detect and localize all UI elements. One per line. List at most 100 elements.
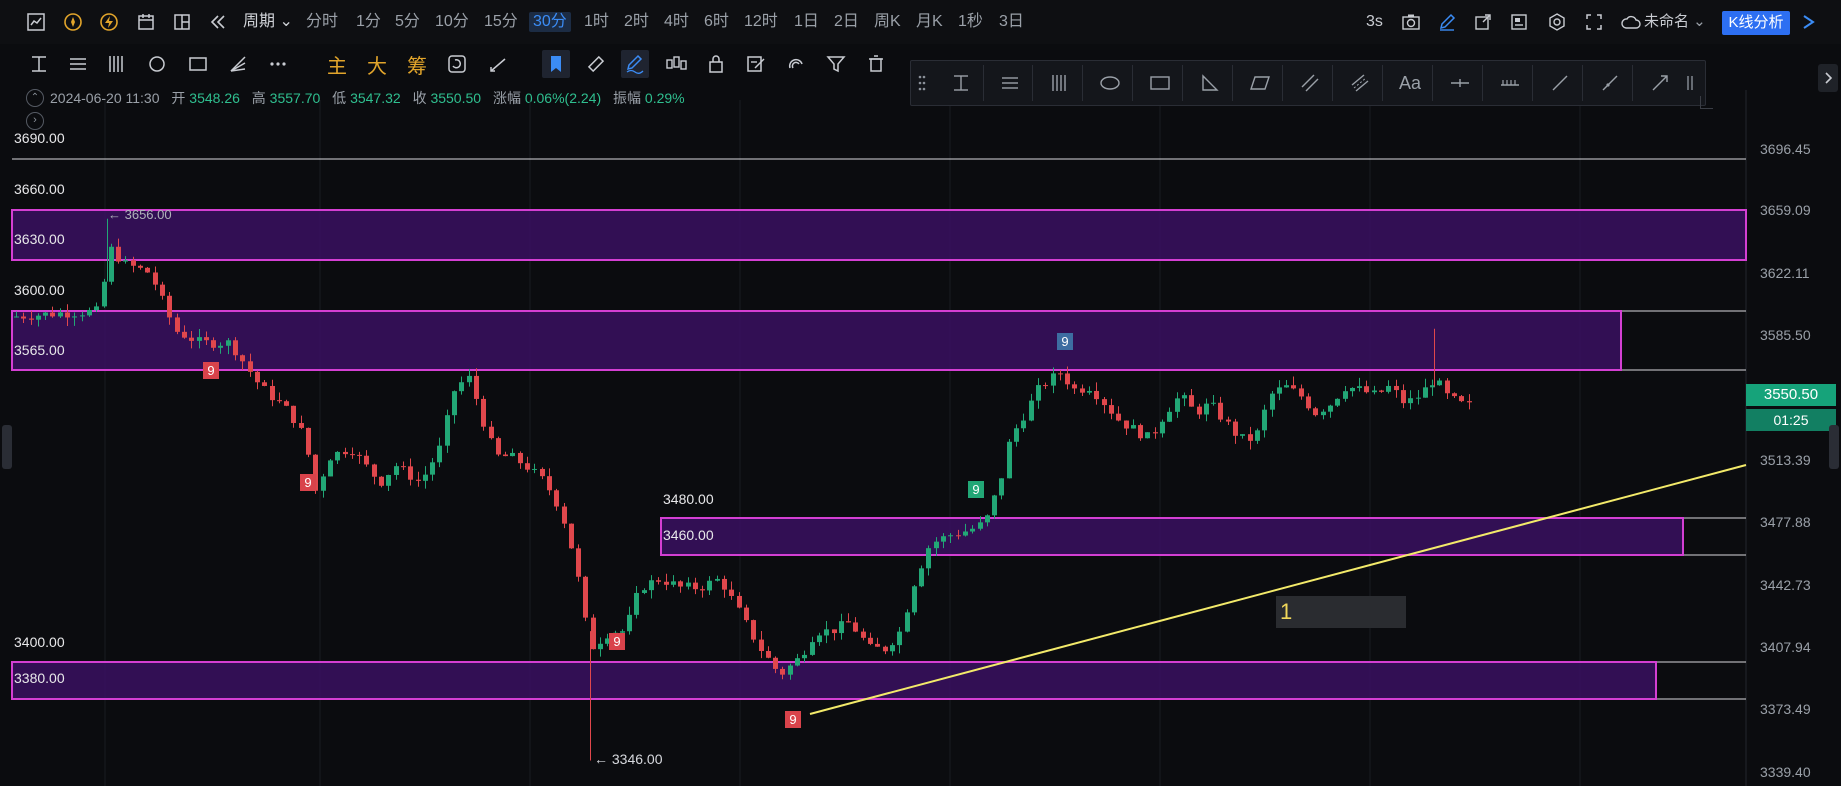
drag-handle-icon[interactable] xyxy=(915,69,929,97)
text-note[interactable]: 1 xyxy=(1276,596,1406,628)
expand-right-panel-icon[interactable] xyxy=(1818,64,1838,92)
candle-body xyxy=(1197,406,1202,415)
candle-body xyxy=(1226,419,1231,422)
candle-body xyxy=(642,590,647,593)
candle-body xyxy=(905,612,910,632)
candlestick-chart[interactable]: 9 9 9 9 9 9 ← 3656.00 ← 3346.00 xyxy=(0,0,1841,786)
float-menu-icon[interactable] xyxy=(1683,69,1697,97)
candle-body xyxy=(861,631,866,638)
candle-body xyxy=(583,576,588,618)
candle-body xyxy=(1291,385,1296,389)
candle-body xyxy=(65,312,70,318)
nine-marker: 9 xyxy=(300,474,316,491)
candle-body xyxy=(167,295,172,318)
candle-body xyxy=(1328,405,1333,412)
candle-body xyxy=(890,645,895,652)
support-resistance-zones xyxy=(11,209,1747,700)
candle-body xyxy=(532,468,537,470)
candle-body xyxy=(810,642,815,655)
float-triangle-icon[interactable] xyxy=(1195,69,1225,97)
candle-body xyxy=(50,312,55,317)
candle-body xyxy=(197,337,202,341)
candle-body xyxy=(620,631,625,633)
float-parallelogram-icon[interactable] xyxy=(1245,69,1275,97)
candle-body xyxy=(686,582,691,587)
floating-drawing-toolbar: Aa xyxy=(910,60,1706,106)
candle-body xyxy=(729,589,734,596)
right-panel-handle[interactable] xyxy=(1829,425,1839,469)
float-channel-icon[interactable] xyxy=(1295,69,1325,97)
candle-body xyxy=(481,398,486,427)
candle-body xyxy=(1007,441,1012,479)
candle-body xyxy=(817,635,822,643)
candle-body xyxy=(437,445,442,463)
left-panel-handle[interactable] xyxy=(2,425,12,469)
zone-label-3630: 3630.00 xyxy=(14,231,65,247)
candle-body xyxy=(883,646,888,652)
candle-body xyxy=(204,337,209,341)
candle-body xyxy=(1240,434,1245,436)
candle-body xyxy=(1036,385,1041,401)
candle-body xyxy=(160,284,165,296)
candle-body xyxy=(795,658,800,666)
candle-body xyxy=(226,340,231,346)
float-ellipse-icon[interactable] xyxy=(1095,69,1125,97)
candle-body xyxy=(175,317,180,332)
candle-body xyxy=(138,265,143,268)
float-price-range-icon[interactable] xyxy=(1495,69,1525,97)
candle-body xyxy=(72,316,77,318)
float-parallel-lines-icon[interactable] xyxy=(995,69,1025,97)
candle-body xyxy=(1072,384,1077,389)
candle-body xyxy=(664,581,669,585)
float-segment-icon[interactable] xyxy=(1545,69,1575,97)
candle-body xyxy=(474,375,479,399)
nine-marker: 9 xyxy=(1057,333,1073,350)
candle-body xyxy=(445,415,450,446)
candle-body xyxy=(576,548,581,577)
candle-body xyxy=(109,246,114,282)
float-arrow-icon[interactable] xyxy=(1645,69,1675,97)
zone-3565 xyxy=(11,310,1622,371)
candle-body xyxy=(153,272,158,285)
candle-body xyxy=(1029,400,1034,421)
float-regression-icon[interactable] xyxy=(1345,69,1375,97)
candle-body xyxy=(1379,390,1384,392)
float-vertical-lines-icon[interactable] xyxy=(1045,69,1075,97)
zone-label-3380: 3380.00 xyxy=(14,670,65,686)
candle-body xyxy=(291,405,296,424)
candle-body xyxy=(1423,387,1428,398)
candle-body xyxy=(262,382,267,386)
candle-body xyxy=(554,490,559,507)
candle-body xyxy=(1284,385,1289,388)
candle-body xyxy=(1335,398,1340,406)
candle-body xyxy=(1299,388,1304,397)
candle-body xyxy=(1437,380,1442,386)
candle-body xyxy=(598,643,603,650)
svg-text:9: 9 xyxy=(972,482,979,497)
level-label-3690: 3690.00 xyxy=(14,130,65,146)
resize-corner-icon[interactable] xyxy=(1700,96,1713,109)
candle-body xyxy=(510,452,515,457)
candle-body xyxy=(350,454,355,456)
float-text-tool[interactable]: Aa xyxy=(1395,69,1425,97)
candle-body xyxy=(1102,399,1107,406)
candle-body xyxy=(656,580,661,582)
y-axis-label: 3373.49 xyxy=(1760,701,1811,717)
float-ray-icon[interactable] xyxy=(1595,69,1625,97)
candle-body xyxy=(846,621,851,623)
candle-body xyxy=(919,568,924,587)
float-horizontal-line-icon[interactable] xyxy=(946,69,976,97)
candle-body xyxy=(430,462,435,475)
candle-body xyxy=(1094,390,1099,400)
float-price-line-icon[interactable] xyxy=(1445,69,1475,97)
candle-body xyxy=(379,476,384,486)
float-rectangle-icon[interactable] xyxy=(1145,69,1175,97)
candle-body xyxy=(255,371,260,383)
nine-marker: 9 xyxy=(203,362,219,379)
candle-body xyxy=(999,478,1004,496)
candle-body xyxy=(1138,425,1143,439)
candle-body xyxy=(540,468,545,477)
candle-body xyxy=(423,474,428,481)
candle-body xyxy=(401,466,406,468)
candle-body xyxy=(897,631,902,646)
